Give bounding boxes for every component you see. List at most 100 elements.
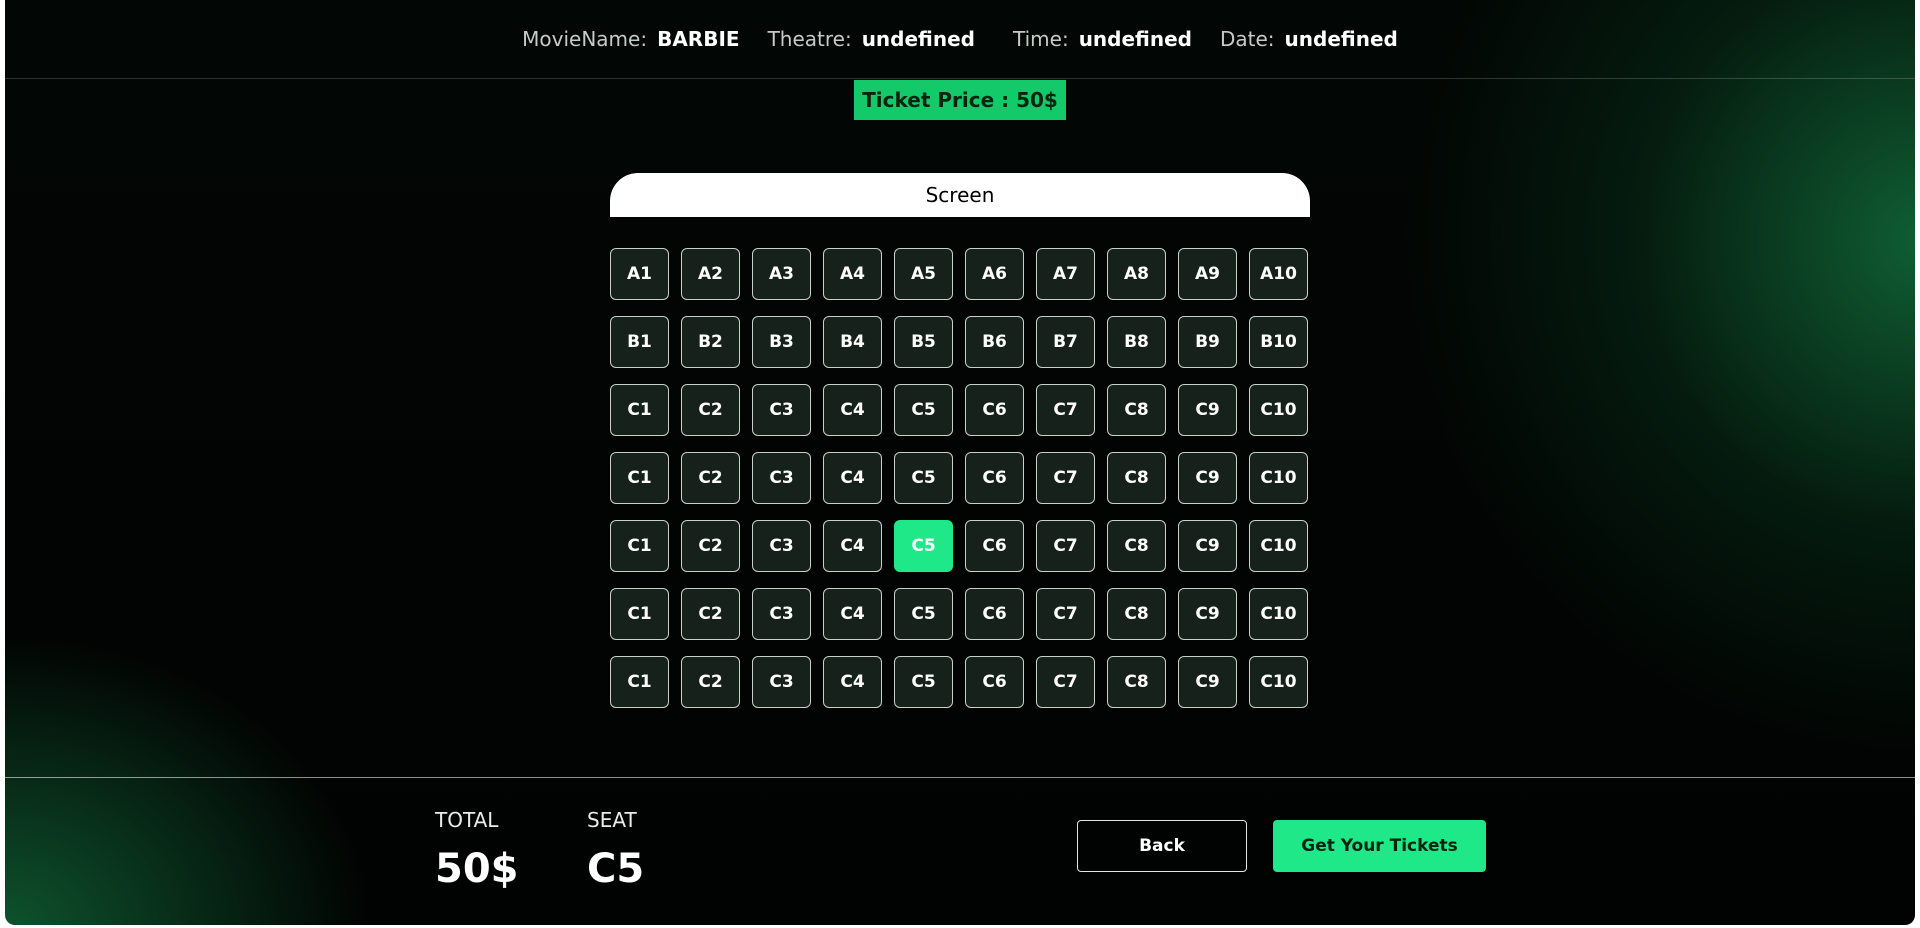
seat-button[interactable]: C7 xyxy=(1036,384,1095,436)
seat-button[interactable]: A9 xyxy=(1178,248,1237,300)
seat-button[interactable]: C8 xyxy=(1107,520,1166,572)
seat-button[interactable]: C1 xyxy=(610,588,669,640)
booking-page: MovieName: BARBIE Theatre: undefined Tim… xyxy=(5,0,1915,925)
seat-button[interactable]: C4 xyxy=(823,452,882,504)
seat-button[interactable]: C6 xyxy=(965,520,1024,572)
booking-footer: TOTAL 50$ SEAT C5 Back Get Your Tickets xyxy=(5,777,1915,925)
seat-button[interactable]: C8 xyxy=(1107,384,1166,436)
time-value: undefined xyxy=(1078,27,1192,51)
seat-label: SEAT xyxy=(587,808,637,832)
seat-button[interactable]: C1 xyxy=(610,656,669,708)
seat-button[interactable]: B4 xyxy=(823,316,882,368)
seat-button[interactable]: A6 xyxy=(965,248,1024,300)
seat-button[interactable]: C9 xyxy=(1178,656,1237,708)
theatre-value: undefined xyxy=(861,27,975,51)
seat-button[interactable]: C7 xyxy=(1036,520,1095,572)
seat-button[interactable]: C4 xyxy=(823,520,882,572)
seat-button[interactable]: C1 xyxy=(610,520,669,572)
seat-button[interactable]: C5 xyxy=(894,588,953,640)
seat-button[interactable]: C7 xyxy=(1036,588,1095,640)
seat-button[interactable]: C3 xyxy=(752,588,811,640)
seat-button[interactable]: C6 xyxy=(965,588,1024,640)
theatre-label: Theatre: xyxy=(767,27,852,51)
seat-button[interactable]: C3 xyxy=(752,384,811,436)
screen-indicator: Screen xyxy=(610,173,1310,217)
seat-button[interactable]: C3 xyxy=(752,520,811,572)
seat-row: C1 C2 C3 C4 C5 C6 C7 C8 C9 C10 xyxy=(610,452,1310,504)
seat-row: C1 C2 C3 C4 C5 C6 C7 C8 C9 C10 xyxy=(610,588,1310,640)
theatre-info: Theatre: undefined xyxy=(768,27,975,51)
seat-button[interactable]: B2 xyxy=(681,316,740,368)
seat-button[interactable]: C5 xyxy=(894,384,953,436)
seat-button[interactable]: A10 xyxy=(1249,248,1308,300)
seat-button[interactable]: C5 xyxy=(894,656,953,708)
seat-button[interactable]: C7 xyxy=(1036,656,1095,708)
time-label: Time: xyxy=(1013,27,1069,51)
seat-button[interactable]: C6 xyxy=(965,452,1024,504)
seat-button[interactable]: A8 xyxy=(1107,248,1166,300)
seat-button[interactable]: C1 xyxy=(610,384,669,436)
seat-button[interactable]: C1 xyxy=(610,452,669,504)
ticket-price-badge: Ticket Price : 50$ xyxy=(854,80,1066,120)
seat-button[interactable]: C2 xyxy=(681,520,740,572)
seat-button[interactable]: B5 xyxy=(894,316,953,368)
seat-button[interactable]: B10 xyxy=(1249,316,1308,368)
seat-button[interactable]: A5 xyxy=(894,248,953,300)
seat-button[interactable]: C10 xyxy=(1249,588,1308,640)
seat-button[interactable]: B7 xyxy=(1036,316,1095,368)
booking-info-bar: MovieName: BARBIE Theatre: undefined Tim… xyxy=(5,0,1915,79)
seat-button-selected[interactable]: C5 xyxy=(894,520,953,572)
seat-button[interactable]: B8 xyxy=(1107,316,1166,368)
seat-button[interactable]: C2 xyxy=(681,656,740,708)
seat-button[interactable]: A4 xyxy=(823,248,882,300)
seat-button[interactable]: C4 xyxy=(823,588,882,640)
date-value: undefined xyxy=(1284,27,1398,51)
seat-row: C1 C2 C3 C4 C5 C6 C7 C8 C9 C10 xyxy=(610,520,1310,572)
seat-row: A1 A2 A3 A4 A5 A6 A7 A8 A9 A10 xyxy=(610,248,1310,300)
seat-button[interactable]: A3 xyxy=(752,248,811,300)
seat-button[interactable]: C8 xyxy=(1107,452,1166,504)
seat-button[interactable]: C9 xyxy=(1178,520,1237,572)
seat-button[interactable]: A1 xyxy=(610,248,669,300)
time-info: Time: undefined xyxy=(1013,27,1192,51)
seat-button[interactable]: C9 xyxy=(1178,588,1237,640)
back-button[interactable]: Back xyxy=(1077,820,1247,872)
seat-button[interactable]: C3 xyxy=(752,452,811,504)
movie-value: BARBIE xyxy=(657,27,740,51)
seat-button[interactable]: C6 xyxy=(965,656,1024,708)
seat-button[interactable]: A2 xyxy=(681,248,740,300)
movie-info: MovieName: BARBIE xyxy=(522,27,739,51)
seat-grid: A1 A2 A3 A4 A5 A6 A7 A8 A9 A10 B1 B2 B3 B4 B5 B6 B7 B8 B9 B… xyxy=(610,248,1310,724)
seat-button[interactable]: B1 xyxy=(610,316,669,368)
seat-value: C5 xyxy=(587,846,645,892)
date-label: Date: xyxy=(1220,27,1275,51)
seat-button[interactable]: C10 xyxy=(1249,656,1308,708)
seat-button[interactable]: C2 xyxy=(681,588,740,640)
seat-button[interactable]: C6 xyxy=(965,384,1024,436)
seat-button[interactable]: C10 xyxy=(1249,384,1308,436)
seat-button[interactable]: C8 xyxy=(1107,656,1166,708)
seat-button[interactable]: B3 xyxy=(752,316,811,368)
movie-label: MovieName: xyxy=(522,27,648,51)
seat-button[interactable]: C9 xyxy=(1178,452,1237,504)
get-tickets-button[interactable]: Get Your Tickets xyxy=(1273,820,1486,872)
seat-button[interactable]: C5 xyxy=(894,452,953,504)
seat-button[interactable]: C8 xyxy=(1107,588,1166,640)
seat-row: B1 B2 B3 B4 B5 B6 B7 B8 B9 B10 xyxy=(610,316,1310,368)
seat-button[interactable]: C9 xyxy=(1178,384,1237,436)
seat-button[interactable]: B6 xyxy=(965,316,1024,368)
seat-button[interactable]: C10 xyxy=(1249,452,1308,504)
seat-button[interactable]: B9 xyxy=(1178,316,1237,368)
seat-button[interactable]: C4 xyxy=(823,384,882,436)
seat-button[interactable]: C4 xyxy=(823,656,882,708)
seat-button[interactable]: C2 xyxy=(681,452,740,504)
seat-button[interactable]: C7 xyxy=(1036,452,1095,504)
total-summary: TOTAL 50$ xyxy=(435,808,519,892)
seat-button[interactable]: C2 xyxy=(681,384,740,436)
seat-button[interactable]: C3 xyxy=(752,656,811,708)
seat-button[interactable]: C10 xyxy=(1249,520,1308,572)
seat-button[interactable]: A7 xyxy=(1036,248,1095,300)
total-label: TOTAL xyxy=(435,808,499,832)
total-value: 50$ xyxy=(435,846,519,892)
seat-summary: SEAT C5 xyxy=(587,808,644,892)
